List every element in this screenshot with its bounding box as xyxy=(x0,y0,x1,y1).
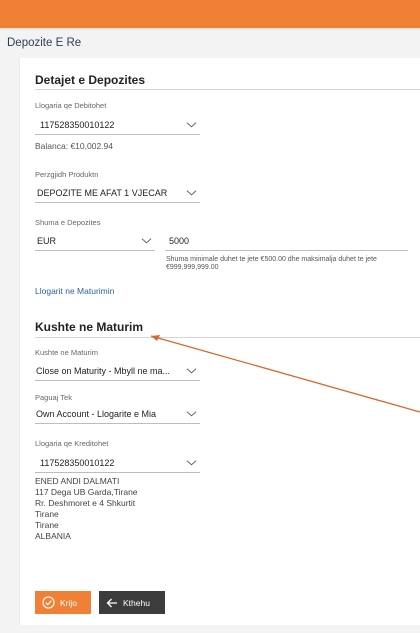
maturity-condition-label: Kushte ne Maturim xyxy=(35,348,98,357)
account-holder-address: ENED ANDI DALMATI 117 Dega UB Garda,Tira… xyxy=(35,476,138,542)
debit-account-label: Llogaria qe Debitohet xyxy=(35,101,107,110)
maturity-condition-select[interactable]: Close on Maturity - Mbyll ne ma... xyxy=(35,364,200,381)
details-section-divider xyxy=(35,89,420,90)
top-bar-shadow xyxy=(0,28,420,30)
address-line: Tirane xyxy=(35,520,59,530)
create-button-label: Krijo xyxy=(60,597,78,608)
currency-value: EUR xyxy=(37,236,57,246)
maturity-section-divider xyxy=(35,337,420,338)
currency-select[interactable]: EUR xyxy=(35,234,155,251)
address-line: Rr. Deshmoret e 4 Shkurtit xyxy=(35,498,136,508)
maturity-section-title: Kushte ne Maturim xyxy=(35,320,144,334)
address-line: ALBANIA xyxy=(35,531,71,541)
chevron-down-icon xyxy=(186,122,197,128)
maturity-condition-value: Close on Maturity - Mbyll ne ma... xyxy=(36,366,171,376)
amount-label: Shuma e Depozites xyxy=(35,218,101,227)
arrow-left-icon xyxy=(106,598,117,607)
amount-input[interactable] xyxy=(165,232,408,251)
page-title: Depozite E Re xyxy=(7,37,82,49)
chevron-down-icon xyxy=(186,460,197,466)
calculate-maturity-link[interactable]: Llogarit ne Maturimin xyxy=(35,286,114,296)
pay-to-label: Paguaj Tek xyxy=(35,393,72,402)
back-button-label: Kthehu xyxy=(123,597,150,608)
chevron-down-icon xyxy=(141,238,152,244)
top-bar xyxy=(0,0,420,28)
back-button[interactable]: Kthehu xyxy=(99,591,165,614)
create-button[interactable]: Krijo xyxy=(35,591,91,614)
check-circle-icon xyxy=(42,596,55,609)
product-select[interactable]: DEPOZITE ME AFAT 1 VJECAR xyxy=(35,186,200,203)
product-label: Perzgjidh Produktn xyxy=(35,170,99,179)
details-section-title: Detajet e Depozites xyxy=(35,73,146,87)
address-line: ENED ANDI DALMATI xyxy=(35,476,120,486)
balance-text: Balanca: €10,002.94 xyxy=(35,141,113,151)
amount-hint: Shuma minimale duhet te jete €500.00 dhe… xyxy=(166,256,377,271)
address-line: Tirane xyxy=(35,509,59,519)
pay-to-select[interactable]: Own Account - Llogarite e Mia xyxy=(35,407,200,424)
address-line: 117 Dega UB Garda,Tirane xyxy=(35,487,138,497)
chevron-down-icon xyxy=(186,368,197,374)
debit-account-select[interactable]: 117528350010122 xyxy=(35,118,200,135)
credit-account-select[interactable]: 117528350010122 xyxy=(35,456,200,473)
credit-account-value: 117528350010122 xyxy=(40,458,115,468)
credit-account-label: Llogaria qe Kreditohet xyxy=(35,439,109,448)
debit-account-value: 117528350010122 xyxy=(40,120,115,130)
product-value: DEPOZITE ME AFAT 1 VJECAR xyxy=(37,188,168,198)
chevron-down-icon xyxy=(186,190,197,196)
pay-to-value: Own Account - Llogarite e Mia xyxy=(36,409,157,419)
chevron-down-icon xyxy=(186,411,197,417)
